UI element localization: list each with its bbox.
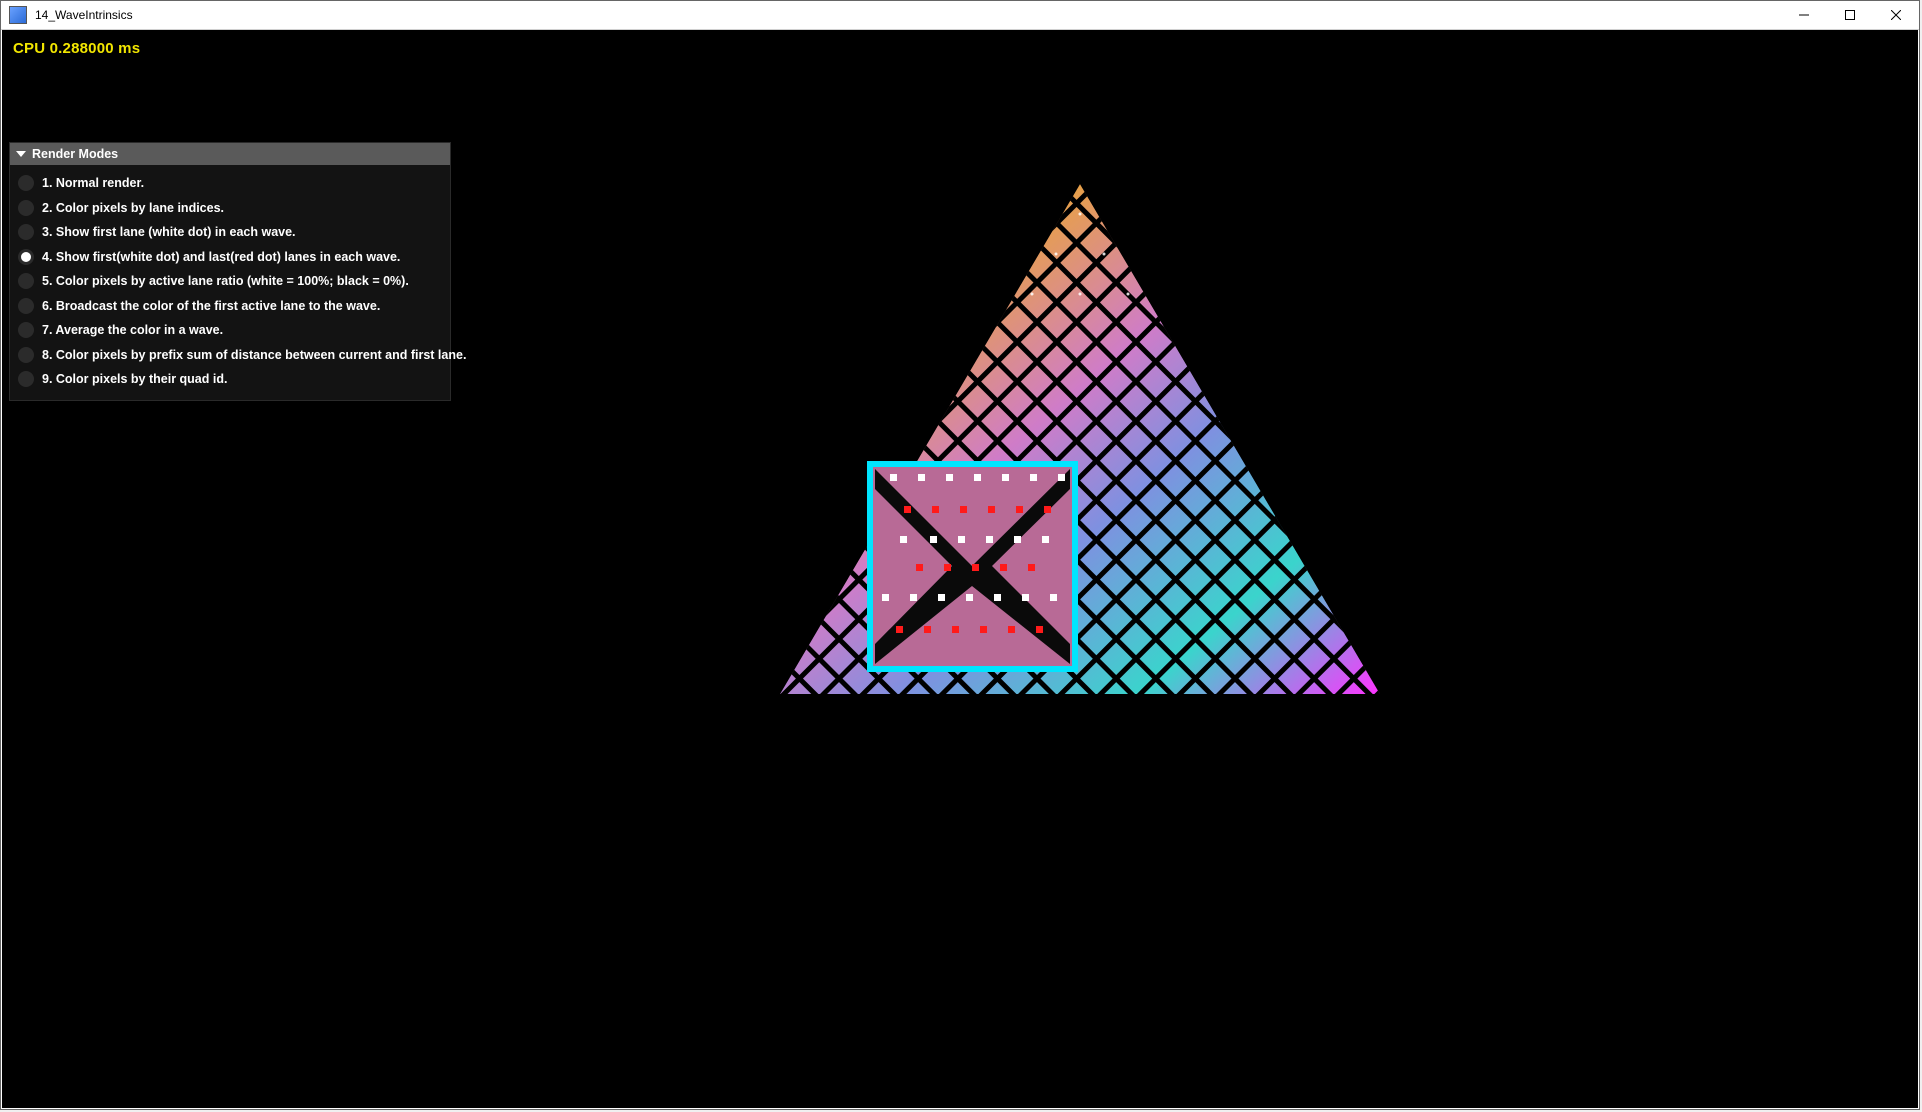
close-button[interactable] — [1873, 1, 1919, 29]
render-mode-option[interactable]: 4. Show first(white dot) and last(red do… — [18, 245, 442, 270]
render-mode-option[interactable]: 1. Normal render. — [18, 171, 442, 196]
title-bar: 14_WaveIntrinsics — [1, 1, 1919, 30]
render-mode-option[interactable]: 7. Average the color in a wave. — [18, 318, 442, 343]
panel-body: 1. Normal render. 2. Color pixels by lan… — [10, 165, 450, 400]
minimize-button[interactable] — [1781, 1, 1827, 29]
radio-icon — [18, 273, 34, 289]
render-mode-option[interactable]: 8. Color pixels by prefix sum of distanc… — [18, 343, 442, 368]
window-title: 14_WaveIntrinsics — [35, 8, 133, 22]
client-area: CPU 0.288000 ms Render Modes 1. Normal r… — [3, 30, 1917, 1107]
render-mode-option[interactable]: 9. Color pixels by their quad id. — [18, 367, 442, 392]
radio-icon — [18, 175, 34, 191]
radio-icon — [18, 200, 34, 216]
render-mode-option[interactable]: 5. Color pixels by active lane ratio (wh… — [18, 269, 442, 294]
render-mode-option[interactable]: 2. Color pixels by lane indices. — [18, 196, 442, 221]
radio-icon — [18, 322, 34, 338]
cpu-time-label: CPU 0.288000 ms — [13, 40, 140, 57]
radio-icon — [18, 347, 34, 363]
panel-header[interactable]: Render Modes — [10, 143, 450, 165]
panel-title: Render Modes — [32, 147, 118, 161]
render-scene — [740, 144, 1420, 824]
render-mode-option[interactable]: 3. Show first lane (white dot) in each w… — [18, 220, 442, 245]
radio-label: 9. Color pixels by their quad id. — [42, 372, 227, 386]
render-mode-option[interactable]: 6. Broadcast the color of the first acti… — [18, 294, 442, 319]
window-controls — [1781, 1, 1919, 29]
chevron-down-icon — [16, 151, 26, 157]
render-modes-panel: Render Modes 1. Normal render. 2. Color … — [9, 142, 451, 401]
radio-icon — [18, 298, 34, 314]
radio-icon — [18, 224, 34, 240]
radio-label: 5. Color pixels by active lane ratio (wh… — [42, 274, 409, 288]
app-window: 14_WaveIntrinsics — [0, 0, 1920, 1110]
radio-icon — [18, 249, 34, 265]
app-icon — [9, 6, 27, 24]
radio-label: 3. Show first lane (white dot) in each w… — [42, 225, 296, 239]
radio-label: 7. Average the color in a wave. — [42, 323, 223, 337]
zoom-inset — [870, 464, 1075, 669]
radio-label: 8. Color pixels by prefix sum of distanc… — [42, 348, 466, 362]
radio-label: 4. Show first(white dot) and last(red do… — [42, 250, 400, 264]
radio-label: 2. Color pixels by lane indices. — [42, 201, 224, 215]
maximize-button[interactable] — [1827, 1, 1873, 29]
radio-label: 1. Normal render. — [42, 176, 144, 190]
radio-label: 6. Broadcast the color of the first acti… — [42, 299, 380, 313]
radio-icon — [18, 371, 34, 387]
triangle-render — [740, 144, 1420, 824]
